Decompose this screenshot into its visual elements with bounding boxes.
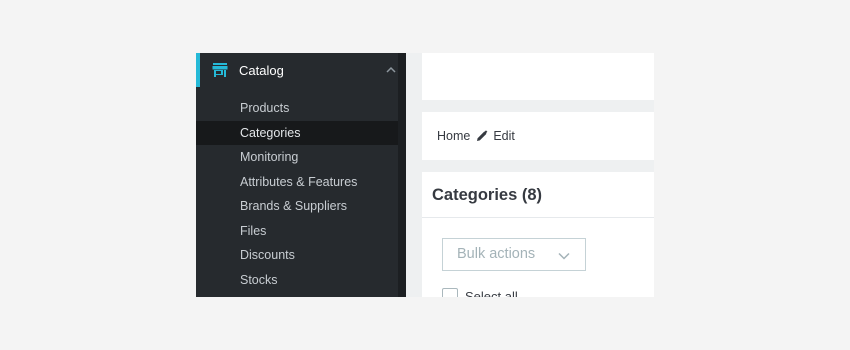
active-section-indicator	[196, 53, 200, 87]
sidebar-scrollbar[interactable]	[398, 53, 406, 297]
main-content: Home Edit Categories (8) Bulk actions Se…	[422, 53, 654, 297]
sidebar-item-stocks[interactable]: Stocks	[196, 268, 398, 293]
card-title: Categories (8)	[422, 172, 654, 218]
top-panel	[422, 53, 654, 100]
sidebar-item-brands-suppliers[interactable]: Brands & Suppliers	[196, 194, 398, 219]
sidebar-section-catalog[interactable]: Catalog	[196, 53, 406, 87]
store-icon	[212, 63, 228, 77]
chevron-up-icon[interactable]	[386, 66, 396, 73]
select-all-checkbox[interactable]	[442, 288, 458, 297]
select-all-label: Select all	[465, 288, 518, 298]
chevron-down-icon	[558, 252, 570, 260]
sidebar-item-files[interactable]: Files	[196, 219, 398, 244]
breadcrumb-home[interactable]: Home	[437, 129, 470, 143]
bulk-actions-label: Bulk actions	[457, 246, 536, 262]
pencil-icon	[477, 130, 488, 141]
categories-card: Categories (8) Bulk actions Select all	[422, 172, 654, 297]
sidebar-item-monitoring[interactable]: Monitoring	[196, 145, 398, 170]
select-all[interactable]: Select all	[442, 288, 518, 297]
sidebar-item-discounts[interactable]: Discounts	[196, 243, 398, 268]
app-frame: Catalog Products Categories Monitoring A…	[196, 53, 654, 297]
sidebar-item-categories[interactable]: Categories	[196, 120, 398, 145]
breadcrumb-edit: Edit	[493, 129, 515, 143]
sidebar-item-attributes-features[interactable]: Attributes & Features	[196, 170, 398, 195]
sidebar: Catalog Products Categories Monitoring A…	[196, 53, 406, 297]
sidebar-item-products[interactable]: Products	[196, 96, 398, 121]
bulk-actions-dropdown[interactable]: Bulk actions	[442, 238, 586, 271]
breadcrumb: Home Edit	[422, 112, 654, 160]
sidebar-submenu: Products Categories Monitoring Attribute…	[196, 96, 398, 292]
sidebar-section-title: Catalog	[239, 63, 284, 78]
